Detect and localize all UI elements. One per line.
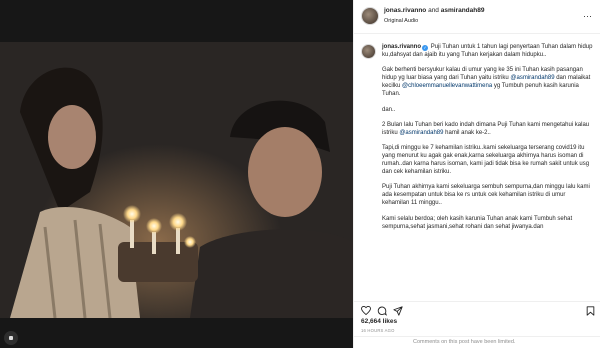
caption-section: jonas.rivanno ✓ Puji Tuhan untuk 1 tahun …: [354, 35, 600, 298]
media-letterbox-bottom: [0, 318, 353, 348]
mention-chloe[interactable]: @chloeemmanuellevanwattimena: [402, 83, 492, 89]
caption-avatar[interactable]: [361, 44, 376, 59]
like-count[interactable]: 62,664 likes: [361, 318, 397, 325]
share-icon[interactable]: [393, 306, 403, 316]
caption-username[interactable]: jonas.rivanno: [382, 44, 421, 50]
verified-badge-icon: ✓: [422, 45, 429, 51]
header-usernames: jonas.rivanno and asmirandah89: [384, 7, 484, 15]
comments-limited-notice: Comments on this post have been limited.: [413, 339, 516, 345]
bookmark-icon[interactable]: [586, 306, 595, 316]
mention-asmirandah89-2[interactable]: @asmirandah89: [399, 130, 443, 136]
post-timestamp[interactable]: 16 HOURS AGO: [361, 328, 395, 333]
caption-text: jonas.rivanno ✓ Puji Tuhan untuk 1 tahun …: [382, 43, 594, 231]
more-options-icon[interactable]: ···: [583, 12, 592, 21]
heart-icon[interactable]: [361, 306, 371, 315]
video-frame[interactable]: [0, 42, 353, 318]
caption-p7: Kami selalu berdoa; oleh kasih karunia T…: [382, 215, 573, 230]
author-username[interactable]: jonas.rivanno: [384, 7, 426, 14]
caption-p5: Tapi,di minggu ke 7 kehamilan istriku..k…: [382, 144, 590, 176]
post-sidebar: jonas.rivanno and asmirandah89 Original …: [353, 0, 600, 348]
coauthor-username[interactable]: asmirandah89: [441, 7, 485, 14]
and-text: and: [428, 7, 439, 14]
caption-p3: dan..: [382, 106, 396, 113]
audio-link[interactable]: Original Audio: [384, 18, 418, 24]
mention-asmirandah89[interactable]: @asmirandah89: [510, 75, 554, 81]
action-bar: [354, 301, 600, 316]
caption-p4-b: hamil anak ke-2..: [445, 129, 491, 136]
post-header: jonas.rivanno and asmirandah89 Original …: [354, 0, 600, 34]
comments-limited-bar: Comments on this post have been limited.: [354, 336, 600, 348]
mute-icon[interactable]: [4, 331, 18, 345]
caption-p6: Puji Tuhan akhirnya kami sekeluarga semb…: [382, 184, 590, 207]
post-media[interactable]: [0, 0, 353, 348]
comment-icon[interactable]: [377, 306, 387, 316]
header-avatar[interactable]: [361, 7, 379, 25]
media-letterbox-top: [0, 0, 353, 42]
